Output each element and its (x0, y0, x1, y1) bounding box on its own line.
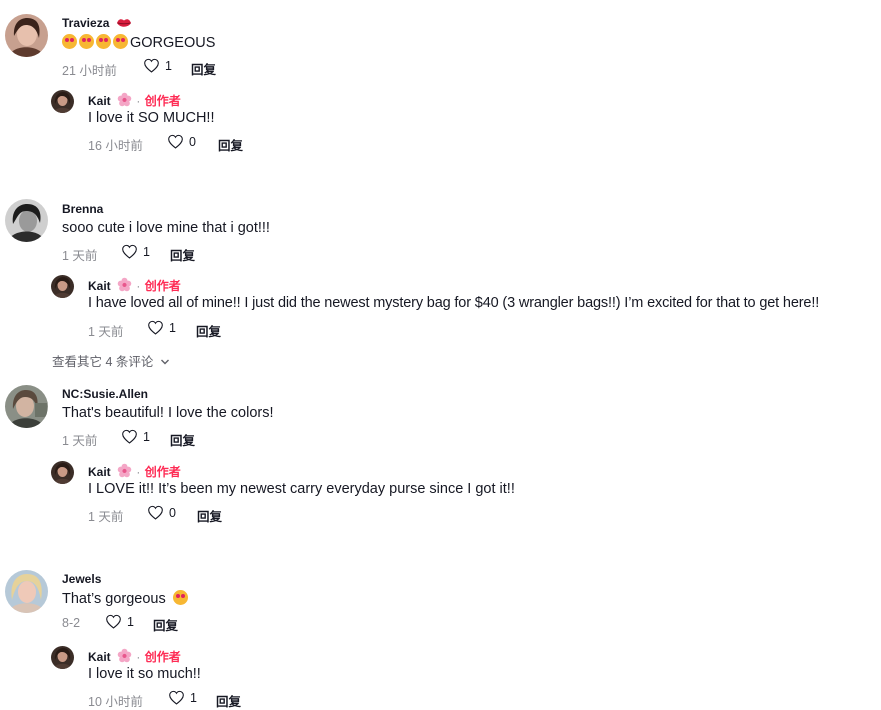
separator: · (136, 94, 141, 108)
flower-badge-icon (117, 463, 132, 478)
heart-eyes-emoji (62, 34, 77, 49)
avatar[interactable] (5, 199, 48, 242)
username[interactable]: Kait · 创作者 (88, 277, 181, 294)
like-count: 0 (189, 134, 196, 149)
timestamp: 1 天前 (62, 249, 98, 263)
username-text[interactable]: Kait (88, 465, 111, 479)
reply-button[interactable]: 回复 (197, 506, 222, 525)
heart-outline-icon (121, 244, 138, 259)
heart-outline-icon (147, 505, 164, 520)
avatar[interactable] (51, 275, 74, 298)
heart-outline-icon (105, 614, 122, 629)
avatar[interactable] (5, 385, 48, 428)
avatar[interactable] (5, 570, 48, 613)
reply-button[interactable]: 回复 (196, 321, 221, 340)
reply-text: I have loved all of mine!! I just did th… (88, 295, 820, 311)
like-count: 1 (127, 614, 134, 629)
heart-outline-icon (147, 320, 164, 335)
creator-label: 创作者 (144, 650, 181, 664)
like-count: 1 (165, 58, 172, 73)
view-more-label[interactable]: 查看其它 4 条评论 (52, 355, 153, 369)
separator: · (136, 650, 141, 664)
username[interactable]: Kait · 创作者 (88, 92, 181, 109)
heart-eyes-emoji (172, 590, 188, 605)
flower-badge-icon (117, 92, 132, 107)
heart-outline-icon (168, 690, 185, 705)
heart-outline-icon (121, 429, 138, 444)
comment-text: That’s gorgeous (62, 590, 190, 607)
username[interactable]: Kait · 创作者 (88, 463, 181, 480)
lips-icon (116, 19, 131, 27)
flower-badge-icon (117, 648, 132, 663)
username[interactable]: Kait · 创作者 (88, 648, 181, 665)
like-button[interactable]: 0 (147, 505, 176, 520)
reply-button[interactable]: 回复 (216, 691, 241, 710)
reply-text: I LOVE it!! It’s been my newest carry ev… (88, 481, 515, 497)
like-button[interactable]: 1 (168, 690, 197, 705)
username[interactable]: Travieza (62, 16, 132, 30)
comment-text: GORGEOUS (62, 34, 215, 51)
like-count: 1 (169, 320, 176, 335)
reply-button[interactable]: 回复 (153, 615, 178, 634)
heart-outline-icon (143, 58, 160, 73)
like-count: 1 (190, 690, 197, 705)
avatar[interactable] (51, 461, 74, 484)
username-text[interactable]: Travieza (62, 16, 109, 30)
reply-button[interactable]: 回复 (218, 135, 243, 154)
reply-text: I love it SO MUCH!! (88, 110, 215, 126)
reply-button[interactable]: 回复 (191, 59, 216, 78)
flower-badge-icon (117, 277, 132, 292)
username[interactable]: Jewels (62, 572, 101, 586)
like-button[interactable]: 1 (121, 244, 150, 259)
avatar[interactable] (5, 14, 48, 57)
separator: · (136, 465, 141, 479)
heart-eyes-emoji (113, 34, 128, 49)
username[interactable]: NC:Susie.Allen (62, 387, 148, 401)
timestamp: 16 小时前 (88, 139, 143, 153)
creator-label: 创作者 (144, 94, 181, 108)
comment-body: That’s gorgeous (62, 591, 166, 607)
timestamp: 1 天前 (88, 510, 124, 524)
separator: · (136, 279, 141, 293)
heart-eyes-emoji (96, 34, 111, 49)
heart-eyes-emoji (79, 34, 94, 49)
avatar[interactable] (51, 90, 74, 113)
comment-text: That's beautiful! I love the colors! (62, 405, 274, 421)
like-button[interactable]: 1 (121, 429, 150, 444)
username-text[interactable]: Kait (88, 94, 111, 108)
timestamp: 8-2 (62, 616, 81, 630)
comment-text: sooo cute i love mine that i got!!! (62, 220, 270, 236)
timestamp: 1 天前 (88, 325, 124, 339)
like-button[interactable]: 1 (143, 58, 172, 73)
timestamp: 1 天前 (62, 434, 98, 448)
username-text[interactable]: Kait (88, 279, 111, 293)
timestamp: 21 小时前 (62, 64, 117, 78)
comment-body: GORGEOUS (130, 35, 216, 51)
heart-outline-icon (167, 134, 184, 149)
like-button[interactable]: 1 (105, 614, 134, 629)
reply-text: I love it so much!! (88, 666, 201, 682)
like-button[interactable]: 1 (147, 320, 176, 335)
view-more-replies-button[interactable]: 查看其它 4 条评论 (52, 351, 170, 370)
like-count: 0 (169, 505, 176, 520)
reply-button[interactable]: 回复 (170, 245, 195, 264)
reply-button[interactable]: 回复 (170, 430, 195, 449)
like-count: 1 (143, 244, 150, 259)
chevron-down-icon (160, 359, 169, 365)
creator-label: 创作者 (144, 279, 181, 293)
username[interactable]: Brenna (62, 202, 103, 216)
creator-label: 创作者 (144, 465, 181, 479)
timestamp: 10 小时前 (88, 695, 143, 709)
avatar[interactable] (51, 646, 74, 669)
username-text[interactable]: Kait (88, 650, 111, 664)
like-button[interactable]: 0 (167, 134, 196, 149)
like-count: 1 (143, 429, 150, 444)
